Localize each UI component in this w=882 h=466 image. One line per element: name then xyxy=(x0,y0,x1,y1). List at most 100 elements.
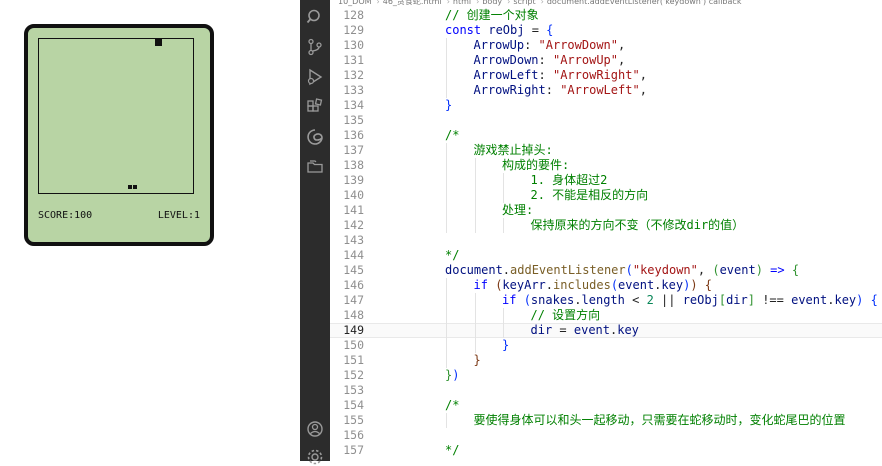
code-token: ) xyxy=(755,263,763,277)
search-icon[interactable] xyxy=(306,8,324,26)
code-line[interactable]: 156 xyxy=(330,428,882,443)
game-board[interactable] xyxy=(38,38,194,194)
code-line[interactable]: 129 const reObj = { xyxy=(330,23,882,38)
code-token: , xyxy=(639,68,647,82)
folder-icon[interactable] xyxy=(306,158,324,176)
code-line[interactable]: 148 // 设置方向 xyxy=(330,308,882,323)
breadcrumb-item[interactable]: body xyxy=(482,0,502,6)
code-line[interactable]: 149 dir = event.key xyxy=(330,323,882,338)
code-token: . xyxy=(502,263,511,277)
code-line[interactable]: 154 /* xyxy=(330,398,882,413)
code-line[interactable]: 152}) xyxy=(330,368,882,383)
score-label: SCORE:100 xyxy=(38,210,93,221)
code-token: ArrowLeft xyxy=(473,68,539,82)
code-text: // 设置方向 xyxy=(531,308,601,323)
indent-guide xyxy=(446,278,447,293)
code-line[interactable]: 138 构成的要件: xyxy=(330,158,882,173)
code-line[interactable]: 150} xyxy=(330,338,882,353)
code-token: event xyxy=(719,263,756,277)
code-line[interactable]: 145 document.addEventListener("keydown", … xyxy=(330,263,882,278)
code-text: 1. 身体超过2 xyxy=(531,173,608,188)
code-token: reObj xyxy=(488,23,525,37)
indent-guide xyxy=(446,338,447,353)
code-text: ArrowUp: "ArrowDown", xyxy=(474,38,626,53)
code-token: length xyxy=(581,293,625,307)
code-line[interactable]: 131 ArrowDown: "ArrowUp", xyxy=(330,53,882,68)
code-line[interactable]: 141 处理: xyxy=(330,203,882,218)
edge-devtools-icon[interactable] xyxy=(306,128,324,146)
code-token: , xyxy=(697,263,713,277)
source-control-icon[interactable] xyxy=(306,38,324,56)
code-text: } xyxy=(474,353,481,368)
indent-guide xyxy=(446,413,447,428)
code-token: if xyxy=(502,293,524,307)
code-line[interactable]: 144 */ xyxy=(330,248,882,263)
indent-guide xyxy=(474,218,476,233)
code-token: . xyxy=(545,278,554,292)
extensions-icon[interactable] xyxy=(306,98,324,116)
code-token: ] xyxy=(747,293,755,307)
breadcrumb-item[interactable]: 10_DOM xyxy=(338,0,372,6)
code-token: key xyxy=(617,323,639,337)
indent-guide xyxy=(446,68,447,83)
code-line[interactable]: 142 保持原来的方向不变（不修改dir的值） xyxy=(330,218,882,233)
line-number: 140 xyxy=(343,188,364,202)
run-debug-icon[interactable] xyxy=(306,68,324,86)
code-token: */ xyxy=(445,443,460,457)
indent-guide xyxy=(446,188,447,203)
breadcrumb-item[interactable]: script xyxy=(513,0,535,6)
code-token: { xyxy=(791,263,800,277)
indent-guide xyxy=(446,293,447,308)
code-line[interactable]: 133 ArrowRight: "ArrowLeft", xyxy=(330,83,882,98)
code-line[interactable]: 151} xyxy=(330,353,882,368)
indent-guide xyxy=(474,323,476,338)
line-number: 153 xyxy=(343,383,364,397)
code-line[interactable]: 134} xyxy=(330,98,882,113)
code-token: : xyxy=(538,68,553,82)
code-line[interactable]: 143 xyxy=(330,233,882,248)
indent-guide xyxy=(503,308,504,323)
code-text: /* xyxy=(445,128,459,143)
code-line[interactable]: 153 xyxy=(330,383,882,398)
code-text: 游戏禁止掉头: xyxy=(474,143,553,158)
code-token: 构成的要件: xyxy=(502,158,570,172)
code-text: ArrowRight: "ArrowLeft", xyxy=(474,83,647,98)
code-line[interactable]: 139 1. 身体超过2 xyxy=(330,173,882,188)
breadcrumb-item[interactable]: html xyxy=(453,0,471,6)
line-number: 144 xyxy=(343,248,364,262)
code-editor[interactable]: 10_DOM › 46_贪食蛇.html › html › body › script › docu… xyxy=(330,0,882,461)
line-number: 131 xyxy=(343,53,364,67)
indent-guide xyxy=(446,83,447,98)
line-number: 152 xyxy=(343,368,364,382)
indent-guide xyxy=(446,353,447,368)
code-lines[interactable]: 128// 创建一个对象 129 const reObj = {130 ArrowUp… xyxy=(330,8,882,458)
settings-icon[interactable] xyxy=(306,448,324,466)
code-line[interactable]: 128 // 创建一个对象 xyxy=(330,8,882,23)
breadcrumb-item[interactable]: 46_贪食蛇.html xyxy=(383,0,442,6)
indent-guide xyxy=(474,203,476,218)
code-line[interactable]: 147 if (snakes.length < 2 || reObj[dir] !… xyxy=(330,293,882,308)
code-token: /* xyxy=(445,398,460,412)
code-token: 1. 身体超过2 xyxy=(530,173,608,187)
code-line[interactable]: 135 xyxy=(330,113,882,128)
code-token: ) xyxy=(690,278,698,292)
code-line[interactable]: 155 要使得身体可以和头一起移动，只需要在蛇移动时，变化蛇尾巴的位置 xyxy=(330,413,882,428)
code-token: ( xyxy=(610,278,619,292)
code-line[interactable]: 130 ArrowUp: "ArrowDown", xyxy=(330,38,882,53)
code-line[interactable]: 157 */ xyxy=(330,443,882,458)
code-line[interactable]: 136 /* xyxy=(330,128,882,143)
code-token: ArrowDown xyxy=(473,53,539,67)
code-line[interactable]: 146 if (keyArr.includes(event.key)) { xyxy=(330,278,882,293)
code-line[interactable]: 140 2. 不能是相反的方向 xyxy=(330,188,882,203)
code-line[interactable]: 132 ArrowLeft: "ArrowRight", xyxy=(330,68,882,83)
account-icon[interactable] xyxy=(306,420,324,438)
code-token: ) xyxy=(452,368,460,382)
code-line[interactable]: 137 游戏禁止掉头: xyxy=(330,143,882,158)
code-text: document.addEventListener("keydown", (ev… xyxy=(445,263,799,278)
breadcrumb-item[interactable]: document.addEventListener('keydown') cal… xyxy=(547,0,742,6)
code-token: includes xyxy=(553,278,611,292)
code-token: document xyxy=(445,263,503,277)
line-number: 155 xyxy=(343,413,364,427)
line-number: 143 xyxy=(343,233,364,247)
